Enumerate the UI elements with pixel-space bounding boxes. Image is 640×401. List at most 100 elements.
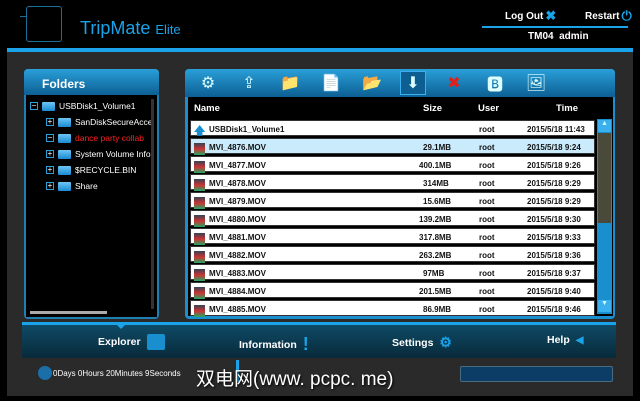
logo [26, 6, 62, 42]
cell-name: MVI_4877.MOV [209, 161, 266, 170]
collapse-icon[interactable]: − [30, 102, 38, 110]
table-row[interactable]: MVI_4876.MOV 29.1MB root 2015/5/18 9:24 [190, 138, 595, 155]
stopwatch-icon [38, 366, 52, 380]
col-time[interactable]: Time [556, 103, 578, 114]
logout-label: Log Out [505, 10, 544, 22]
folder-icon [58, 181, 71, 191]
close-icon: ✖ [545, 8, 557, 23]
cell-name: MVI_4878.MOV [209, 179, 266, 188]
settings-button[interactable]: ⚙ [195, 71, 221, 95]
folder-icon [58, 117, 71, 127]
video-file-icon [194, 197, 205, 209]
cell-size: 263.2MB [419, 251, 452, 260]
app-title-suffix: Elite [155, 22, 181, 37]
new-folder-button[interactable]: 📁 [277, 71, 303, 95]
uptime: 0Days 0Hours 20Minutes 9Seconds [38, 366, 181, 380]
cell-user: root [479, 269, 495, 278]
video-file-icon [194, 269, 205, 281]
nav-explorer[interactable]: Explorer [98, 334, 165, 350]
cell-time: 2015/5/18 9:29 [527, 197, 581, 206]
exclamation-icon: ! [302, 334, 309, 354]
image-button[interactable]: 🖼 [523, 71, 549, 95]
tree-node[interactable]: − USBDisk1_Volume1 [30, 101, 136, 111]
expand-icon[interactable]: + [46, 166, 54, 174]
app-title-main: TripMate [80, 18, 151, 38]
tree-node-label: System Volume Infor [75, 149, 154, 159]
col-name[interactable]: Name [194, 103, 220, 114]
scrollbar[interactable]: ▲ ▼ [597, 119, 612, 314]
cell-size: 201.5MB [419, 287, 452, 296]
nav-settings-label: Settings [392, 336, 434, 349]
cell-name: MVI_4885.MOV [209, 305, 266, 314]
folder-tree: − USBDisk1_Volume1 + SanDiskSecureAcce − danc… [26, 95, 157, 317]
nav-help-label: Help [547, 334, 570, 346]
table-row[interactable]: MVI_4878.MOV 314MB root 2015/5/18 9:29 [190, 174, 595, 191]
tree-node-label: Share [75, 181, 98, 191]
cell-user: root [479, 161, 495, 170]
gear-icon: ⚙ [439, 334, 452, 350]
table-row[interactable]: MVI_4879.MOV 15.6MB root 2015/5/18 9:29 [190, 192, 595, 209]
tree-hscrollbar[interactable] [30, 311, 107, 314]
cell-user: root [479, 143, 495, 152]
table-row[interactable]: MVI_4883.MOV 97MB root 2015/5/18 9:37 [190, 264, 595, 281]
table-header: Name Size User Time [188, 97, 613, 119]
collapse-icon[interactable]: − [46, 134, 54, 142]
video-file-icon [194, 179, 205, 191]
download-icon: ⬇ [406, 75, 420, 92]
scroll-thumb[interactable] [598, 133, 611, 223]
rename-icon: 🅱 [486, 77, 503, 94]
files-panel: ⚙ ⇪ 📁 📄 📂 ⬇ ✖ 🅱 🖼 Name Size User Time 🡅 USBDisk1_… [185, 69, 615, 319]
expand-icon[interactable]: + [46, 182, 54, 190]
table-row[interactable]: MVI_4882.MOV 263.2MB root 2015/5/18 9:36 [190, 246, 595, 263]
watermark: 双电网(www. pcpc. me) [196, 369, 394, 390]
tree-node[interactable]: + Share [46, 181, 98, 191]
nav-information[interactable]: Information! [239, 334, 309, 355]
expand-icon[interactable]: + [46, 118, 54, 126]
upload-button[interactable]: ⇪ [236, 71, 262, 95]
folder-icon [146, 334, 165, 350]
table-row[interactable]: MVI_4880.MOV 139.2MB root 2015/5/18 9:30 [190, 210, 595, 227]
scroll-up-icon[interactable]: ▲ [598, 120, 611, 132]
bottom-nav: Explorer Information! Settings ⚙ Help ◀ [22, 325, 616, 358]
col-size[interactable]: Size [423, 103, 442, 114]
nav-help[interactable]: Help ◀ [547, 334, 583, 346]
table-row[interactable]: MVI_4881.MOV 317.8MB root 2015/5/18 9:33 [190, 228, 595, 245]
cell-time: 2015/5/18 9:26 [527, 161, 581, 170]
table-row[interactable]: 🡅 USBDisk1_Volume1 root 2015/5/18 11:43 [190, 120, 595, 137]
logout-button[interactable]: Log Out ✖ [505, 8, 556, 24]
copy-button[interactable]: 📄 [318, 71, 344, 95]
cell-size: 97MB [423, 269, 445, 278]
tree-node[interactable]: + $RECYCLE.BIN [46, 165, 136, 175]
table-row[interactable]: MVI_4877.MOV 400.1MB root 2015/5/18 9:26 [190, 156, 595, 173]
cell-size: 86.9MB [423, 305, 452, 314]
download-button[interactable]: ⬇ [400, 71, 426, 95]
table-row[interactable]: MVI_4885.MOV 86.9MB root 2015/5/18 9:46 [190, 300, 595, 317]
col-user[interactable]: User [478, 103, 499, 114]
settings-icon: ⚙ [200, 75, 216, 92]
tree-node[interactable]: + System Volume Infor [46, 149, 153, 159]
rename-button[interactable]: 🅱 [482, 71, 508, 95]
expand-icon[interactable]: + [46, 150, 54, 158]
tree-node[interactable]: − dance party collab [46, 133, 144, 143]
username: admin [559, 31, 589, 42]
cell-time: 2015/5/18 9:30 [527, 215, 581, 224]
cell-time: 2015/5/18 9:24 [527, 143, 581, 152]
scroll-down-icon[interactable]: ▼ [598, 300, 611, 312]
move-button[interactable]: 📂 [359, 71, 385, 95]
delete-button[interactable]: ✖ [441, 71, 467, 95]
video-file-icon [194, 305, 205, 317]
cell-name: MVI_4882.MOV [209, 251, 266, 260]
restart-button[interactable]: Restart ⏻ [585, 8, 632, 24]
cell-time: 2015/5/18 9:33 [527, 233, 581, 242]
table-row[interactable]: MVI_4884.MOV 201.5MB root 2015/5/18 9:40 [190, 282, 595, 299]
cell-user: root [479, 287, 495, 296]
cell-time: 2015/5/18 9:29 [527, 179, 581, 188]
cell-name: MVI_4879.MOV [209, 197, 266, 206]
tree-scrollbar[interactable] [151, 99, 154, 309]
tree-node[interactable]: + SanDiskSecureAcce [46, 117, 152, 127]
cell-name: MVI_4884.MOV [209, 287, 266, 296]
cell-size: 317.8MB [419, 233, 452, 242]
video-file-icon [194, 161, 205, 173]
nav-settings[interactable]: Settings ⚙ [392, 334, 452, 351]
divider [482, 26, 628, 28]
